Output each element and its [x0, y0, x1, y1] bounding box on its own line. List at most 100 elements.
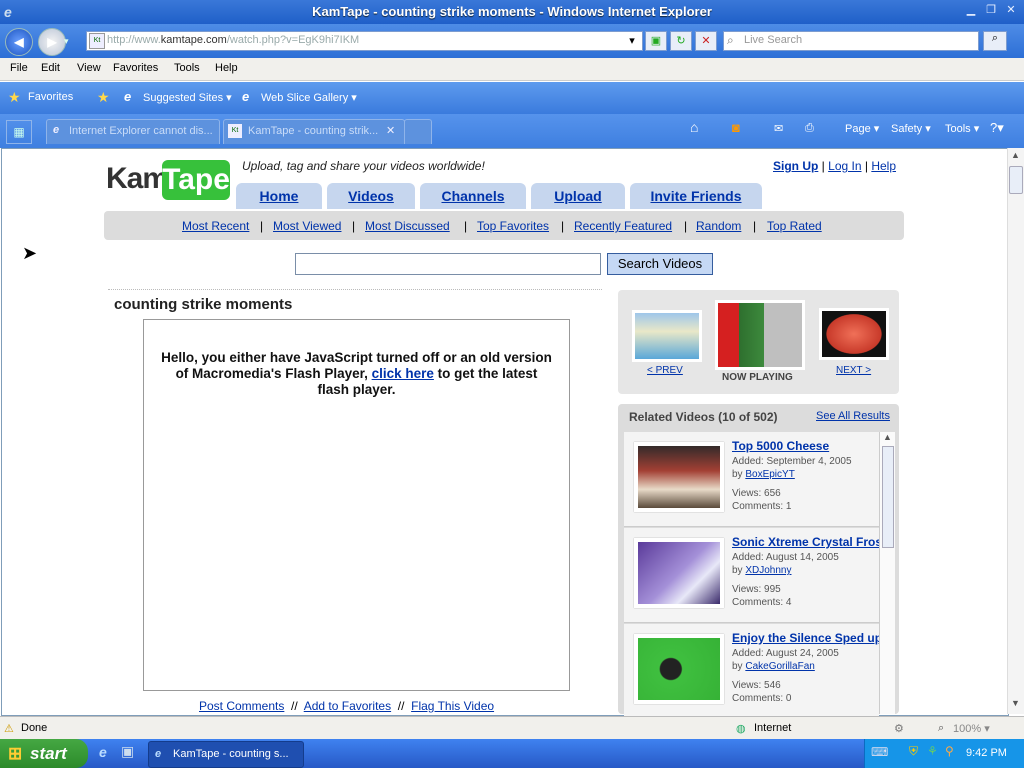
menu-help[interactable]: Help: [215, 62, 238, 74]
tab-upload[interactable]: Upload: [531, 183, 625, 209]
protected-mode-icon[interactable]: ⚙: [894, 722, 904, 735]
see-all-results-link[interactable]: See All Results: [816, 410, 890, 422]
scroll-down-icon[interactable]: ▼: [1011, 698, 1020, 708]
menu-favorites[interactable]: Favorites: [113, 62, 158, 74]
related-item[interactable]: Sonic Xtreme Crystal Frost Added: August…: [624, 528, 886, 623]
subnav-top-rated[interactable]: Top Rated: [767, 219, 822, 233]
safety-menu[interactable]: Safety ▾: [891, 122, 931, 135]
related-title[interactable]: Enjoy the Silence Sped up: [732, 631, 882, 645]
menu-tools[interactable]: Tools: [174, 62, 200, 74]
quicklaunch-desktop-icon[interactable]: ▣: [121, 743, 134, 760]
menu-view[interactable]: View: [77, 62, 101, 74]
subnav-random[interactable]: Random: [696, 219, 741, 233]
page-scrollbar[interactable]: ▲ ▼: [1007, 148, 1024, 714]
prev-link[interactable]: < PREV: [647, 365, 683, 376]
tab-cannot-display[interactable]: e Internet Explorer cannot dis...: [46, 119, 220, 144]
video-title: counting strike moments: [114, 296, 293, 313]
kamtape-logo[interactable]: Kam Tape: [104, 158, 232, 206]
next-video-thumbnail[interactable]: [819, 308, 889, 360]
related-thumbnail[interactable]: [634, 538, 724, 608]
prev-video-thumbnail[interactable]: [632, 310, 702, 362]
subnav-recently-featured[interactable]: Recently Featured: [574, 219, 672, 233]
subnav-top-favorites[interactable]: Top Favorites: [477, 219, 549, 233]
favorites-button[interactable]: Favorites: [28, 91, 73, 103]
add-to-favorites-link[interactable]: Add to Favorites: [304, 699, 391, 713]
video-search-input[interactable]: [295, 253, 601, 275]
related-item[interactable]: Top 5000 Cheese Added: September 4, 2005…: [624, 432, 879, 527]
quicklaunch-ie-icon[interactable]: e: [99, 744, 107, 760]
page-menu[interactable]: Page ▾: [845, 122, 879, 135]
refresh-icon[interactable]: ↻: [670, 31, 692, 51]
related-thumbnail[interactable]: [634, 634, 724, 704]
related-scrollbar[interactable]: ▲: [879, 432, 895, 714]
restore-button[interactable]: ❐: [982, 3, 1000, 19]
webslice-icon: e: [242, 89, 250, 104]
tools-menu[interactable]: Tools ▾: [945, 122, 979, 135]
search-videos-button[interactable]: Search Videos: [607, 253, 713, 275]
help-link[interactable]: Help: [871, 159, 896, 173]
print-icon[interactable]: ⎙: [805, 122, 814, 135]
menu-file[interactable]: File: [10, 62, 28, 74]
flag-video-link[interactable]: Flag This Video: [411, 699, 494, 713]
compatibility-view-icon[interactable]: ▣: [645, 31, 667, 51]
log-in-link[interactable]: Log In: [828, 159, 861, 173]
taskbar-kamtape-window[interactable]: e KamTape - counting s...: [148, 741, 304, 768]
tab-videos[interactable]: Videos: [327, 183, 415, 209]
search-tray-icon[interactable]: ⚲: [945, 744, 954, 758]
new-tab-button[interactable]: [404, 119, 432, 144]
suggested-sites-link[interactable]: Suggested Sites ▾: [143, 91, 232, 104]
stop-icon[interactable]: ✕: [695, 31, 717, 51]
related-thumbnail[interactable]: [634, 442, 724, 512]
tab-invite-friends[interactable]: Invite Friends: [630, 183, 762, 209]
add-favorites-icon[interactable]: ★: [97, 89, 110, 106]
read-mail-icon[interactable]: ✉: [774, 122, 783, 135]
post-comments-link[interactable]: Post Comments: [199, 699, 284, 713]
related-title[interactable]: Sonic Xtreme Crystal Frost: [732, 535, 886, 549]
history-dropdown-icon[interactable]: ▾: [64, 36, 69, 47]
related-scroll-up-icon[interactable]: ▲: [883, 432, 892, 442]
subnav-most-recent[interactable]: Most Recent: [182, 219, 249, 233]
quick-tabs-icon[interactable]: ▦: [6, 120, 32, 144]
menu-edit[interactable]: Edit: [41, 62, 60, 74]
tab-home[interactable]: Home: [236, 183, 322, 209]
security-shield-icon[interactable]: ⛨: [909, 744, 918, 759]
related-item[interactable]: Enjoy the Silence Sped up Added: August …: [624, 624, 882, 719]
menu-bar: File Edit View Favorites Tools Help: [0, 58, 1024, 81]
minimize-button[interactable]: ▁: [962, 3, 980, 19]
scroll-up-icon[interactable]: ▲: [1011, 150, 1020, 160]
start-button[interactable]: ⊞ start: [0, 739, 88, 768]
tab-channels[interactable]: Channels: [420, 183, 526, 209]
web-slice-gallery-link[interactable]: Web Slice Gallery ▾: [261, 91, 357, 104]
back-button[interactable]: ◀: [5, 28, 33, 56]
address-bar[interactable]: Kt http://www.kamtape.com/watch.php?v=Eg…: [86, 31, 636, 51]
mouse-cursor-icon: ➤: [22, 243, 38, 263]
help-icon[interactable]: ?▾: [990, 120, 1004, 136]
scroll-thumb[interactable]: [1009, 166, 1023, 194]
subnav-most-discussed[interactable]: Most Discussed: [365, 219, 450, 233]
related-user-link[interactable]: CakeGorillaFan: [745, 661, 814, 672]
sign-up-link[interactable]: Sign Up: [773, 159, 818, 173]
related-title[interactable]: Top 5000 Cheese: [732, 439, 829, 453]
close-button[interactable]: ✕: [1002, 3, 1020, 19]
sub-navigation: Most Recent | Most Viewed | Most Discuss…: [104, 211, 904, 240]
live-search-input[interactable]: ⌕ Live Search: [723, 31, 979, 51]
search-go-button[interactable]: ⌕: [983, 31, 1007, 51]
feeds-icon[interactable]: ◙: [732, 120, 740, 135]
network-icon[interactable]: ⚘: [927, 744, 938, 758]
related-scroll-thumb[interactable]: [882, 446, 894, 548]
close-tab-icon[interactable]: ✕: [386, 124, 395, 137]
address-dropdown-icon[interactable]: ▾: [622, 31, 643, 51]
forward-button[interactable]: ▶: [38, 28, 66, 56]
live-search-icon: ⌕: [727, 33, 734, 47]
video-player[interactable]: Hello, you either have JavaScript turned…: [143, 319, 570, 691]
tab-kamtape[interactable]: Kt KamTape - counting strik... ✕: [223, 119, 405, 144]
windows-logo-icon: ⊞: [8, 744, 23, 763]
click-here-link[interactable]: click here: [372, 366, 434, 381]
next-link[interactable]: NEXT >: [836, 365, 871, 376]
keyboard-icon[interactable]: ⌨: [871, 745, 888, 759]
related-user-link[interactable]: BoxEpicYT: [745, 469, 794, 480]
home-icon[interactable]: ⌂: [690, 119, 698, 135]
zoom-level[interactable]: 100% ▾: [953, 722, 990, 735]
subnav-most-viewed[interactable]: Most Viewed: [273, 219, 341, 233]
related-user-link[interactable]: XDJohnny: [745, 565, 791, 576]
